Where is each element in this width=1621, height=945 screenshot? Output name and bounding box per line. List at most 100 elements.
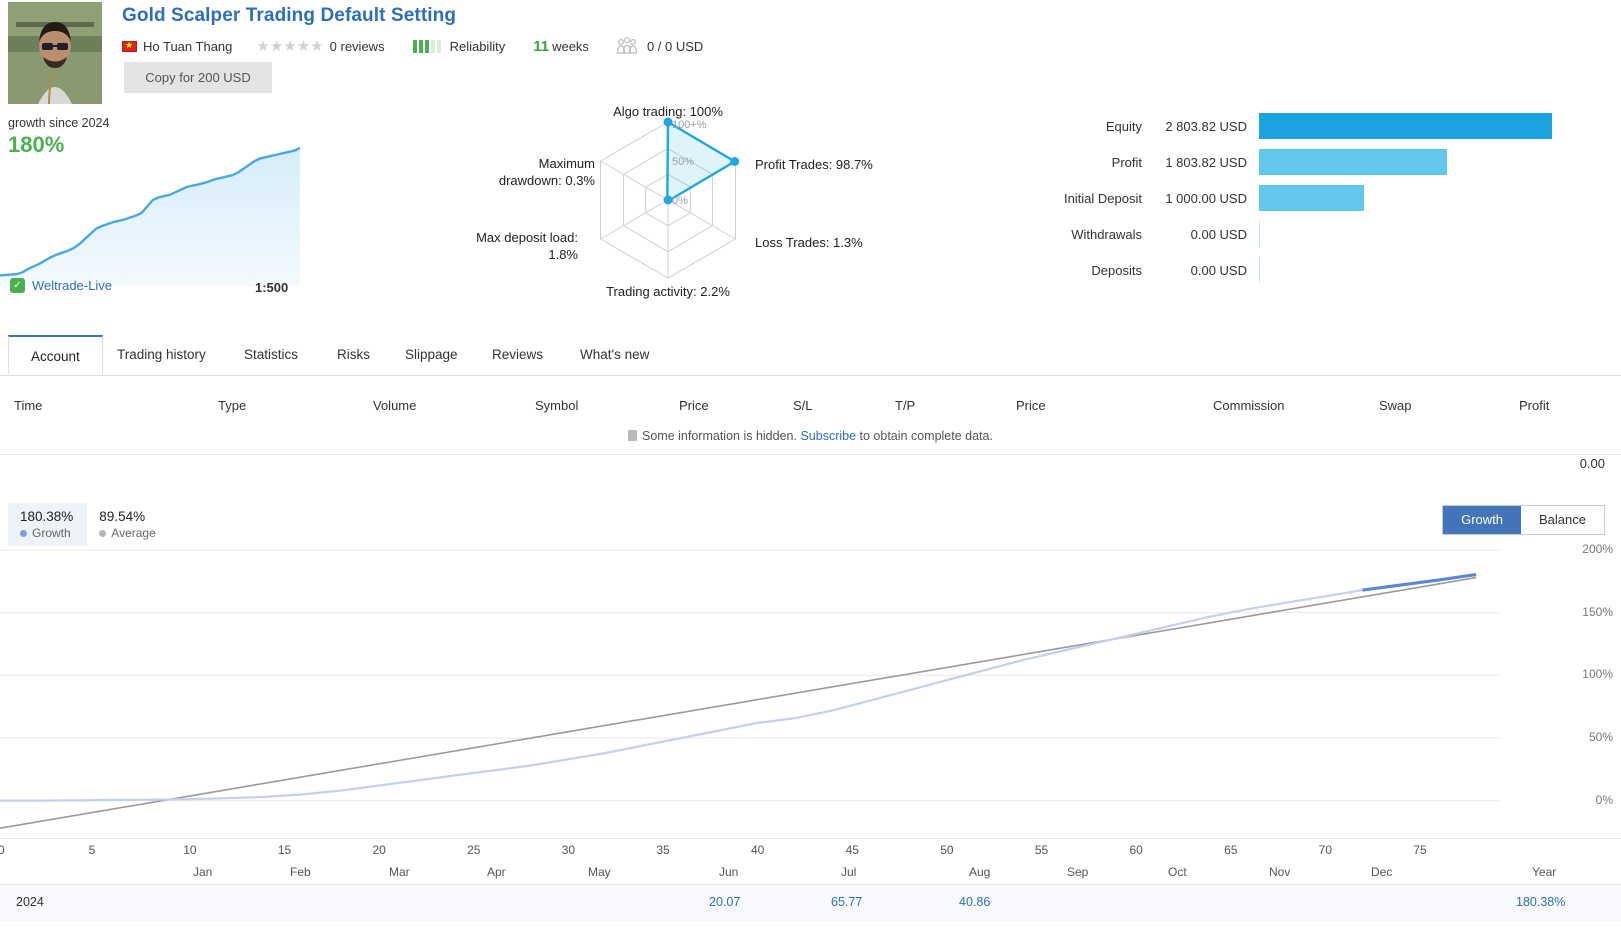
hidden-prefix: Some information is hidden. [642,429,797,443]
chart-x-axis: 0 5 10 15 20 25 30 35 40 45 50 55 60 65 70 75 Jan Feb Mar A… [0,838,1621,883]
x-axis-tick: 15 [277,843,292,857]
equity-bar [1259,185,1364,211]
tab-slippage[interactable]: Slippage [383,335,480,374]
x-axis-month: Dec [1371,865,1393,879]
legend-value: 89.54% [99,509,146,524]
broker-name[interactable]: Weltrade-Live [32,278,112,293]
equity-row: Deposits 0.00 USD [1020,252,1580,288]
lock-icon [628,430,638,441]
y-axis-label: 100% [1582,667,1613,682]
subscribers-value: 0 / 0 USD [646,38,704,54]
x-axis-tick: 70 [1318,843,1333,857]
equity-bar [1259,221,1260,247]
author-name[interactable]: Ho Tuan Thang [143,39,232,54]
column-header[interactable]: Commission [1213,398,1285,413]
equity-bar [1259,149,1448,175]
legend-value: 180.38% [20,509,74,524]
tab-reviews[interactable]: Reviews [470,335,565,374]
equity-row-value: 0.00 USD [1190,226,1247,242]
tab-statistics[interactable]: Statistics [222,335,320,374]
equity-row-value: 2 803.82 USD [1165,118,1247,134]
equity-bar-track [1259,216,1580,252]
column-header[interactable]: Volume [373,398,416,413]
radar-axis-label: Max deposit load: 1.8% [476,230,578,262]
reliability-label: Reliability [449,38,506,54]
x-axis-month: Oct [1168,865,1187,879]
tab-bar: Account Trading history Statistics Risks Sli… [0,335,1621,376]
weeks-number: 11 [533,37,550,55]
column-header[interactable]: Price [679,398,709,413]
star-icon: ★ [256,37,270,55]
column-header[interactable]: Swap [1379,398,1412,413]
month-value[interactable]: 40.86 [959,895,990,909]
monthly-summary-row: 2024 20.07 65.77 40.86 180.38% [0,884,1621,921]
x-axis-month: Jul [841,865,857,879]
x-axis-tick: 25 [467,843,481,857]
radar-ring-label: 0% [672,195,688,207]
x-axis-tick: 10 [183,843,197,857]
x-axis-month: Feb [290,865,311,879]
equity-bar-track [1259,252,1580,288]
column-header[interactable]: T/P [895,398,915,413]
month-value[interactable]: 65.77 [831,895,862,909]
column-header[interactable]: Profit [1519,398,1549,413]
tab-trading-history[interactable]: Trading history [95,335,228,374]
x-axis-tick: 65 [1224,843,1238,857]
column-header[interactable]: Time [14,398,42,413]
copy-button[interactable]: Copy for 200 USD [124,62,272,93]
broker-row: ✓ Weltrade-Live [10,278,112,293]
legend-dot-icon [20,529,27,537]
legend-dot-icon [99,529,107,537]
toggle-growth[interactable]: Growth [1443,506,1522,534]
month-value[interactable]: 20.07 [709,895,740,909]
x-axis-tick: 55 [1034,843,1049,857]
column-header[interactable]: Symbol [535,398,578,413]
x-axis-tick: 0 [0,843,5,857]
equity-bar-track [1259,180,1580,216]
tab-risks[interactable]: Risks [315,335,392,374]
radar-axis-label: Trading activity: 2.2% [606,284,730,299]
equity-row: Equity 2 803.82 USD [1020,108,1580,144]
radar-axis-label: Algo trading: 100% [613,104,723,119]
tab-account[interactable]: Account [8,335,103,374]
weeks-label: weeks [552,38,589,54]
x-axis-month: Sep [1067,865,1089,879]
y-axis-label: 150% [1582,604,1613,619]
equity-row-value: 0.00 USD [1190,262,1247,278]
equity-row: Initial Deposit 1 000.00 USD [1020,180,1580,216]
equity-row-label: Deposits [1091,262,1142,278]
rating-stars: ★ ★ ★ ★ ★ [256,39,323,54]
equity-row-label: Initial Deposit [1063,190,1142,206]
subscribe-link[interactable]: Subscribe [800,429,856,443]
equity-row-value: 1 803.82 USD [1165,154,1247,170]
growth-sparkline [0,146,300,286]
tab-what-s-new[interactable]: What's new [558,335,671,374]
x-axis-tick: 50 [940,843,954,857]
leverage-value: 1:500 [255,280,289,295]
page-title[interactable]: Gold Scalper Trading Default Setting [122,5,456,27]
x-axis-year-header: Year [1532,865,1557,879]
reliability-bars-icon [412,39,443,53]
equity-summary: Equity 2 803.82 USD Profit 1 803.82 USD Init… [1020,108,1580,288]
x-axis-month: Mar [389,865,410,879]
verified-check-icon: ✓ [10,278,25,293]
column-header[interactable]: Price [1016,398,1046,413]
avatar [8,2,102,104]
legend-label: Average [99,526,156,540]
table-total-profit: 0.00 [1579,456,1605,471]
equity-bar [1259,113,1552,139]
x-axis-tick: 40 [750,843,765,857]
year-total-value[interactable]: 180.38% [1516,895,1565,909]
equity-bar [1259,257,1260,283]
equity-row-label: Equity [1105,118,1142,134]
column-header[interactable]: Type [218,398,246,413]
equity-bar-track [1259,144,1580,180]
star-icon: ★ [310,37,324,55]
column-header[interactable]: S/L [793,398,813,413]
year-label: 2024 [16,895,44,909]
x-axis-tick: 75 [1413,843,1427,857]
toggle-balance[interactable]: Balance [1521,506,1604,534]
x-axis-month: Jun [719,865,739,879]
x-axis-tick: 35 [656,843,670,857]
chart-mode-toggle: Growth Balance [1442,505,1605,535]
